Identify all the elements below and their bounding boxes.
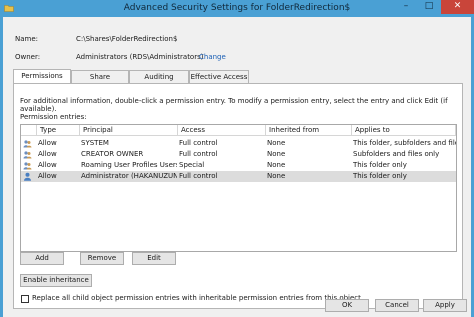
group-icon <box>23 140 32 148</box>
replace-child-permissions-label: Replace all child object permission entr… <box>32 294 361 302</box>
tab-effective-access[interactable]: Effective Access <box>189 70 249 83</box>
cancel-button[interactable]: Cancel <box>375 299 419 312</box>
column-header-type[interactable]: Type <box>37 125 80 136</box>
minimize-button[interactable]: – <box>395 0 417 14</box>
group-icon <box>23 151 32 159</box>
row-access: Special <box>179 161 205 169</box>
column-header-applies-to[interactable]: Applies to <box>352 125 456 136</box>
intro-text: For additional information, double-click… <box>20 97 448 113</box>
edit-button[interactable]: Edit <box>132 252 176 265</box>
table-row[interactable]: Allow CREATOR OWNER Full control None Su… <box>21 149 456 160</box>
table-row[interactable]: Allow Roaming User Profiles Users a... S… <box>21 160 456 171</box>
row-inherited-from: None <box>267 172 286 180</box>
row-access: Full control <box>179 139 218 147</box>
tab-share[interactable]: Share <box>71 70 129 83</box>
row-principal: Roaming User Profiles Users a... <box>81 161 177 169</box>
row-inherited-from: None <box>267 161 286 169</box>
close-button[interactable]: ✕ <box>441 0 474 14</box>
apply-button[interactable]: Apply <box>423 299 467 312</box>
group-icon <box>23 162 32 170</box>
row-principal: CREATOR OWNER <box>81 150 144 158</box>
row-type: Allow <box>38 139 57 147</box>
column-header-principal[interactable]: Principal <box>80 125 178 136</box>
enable-inheritance-button[interactable]: Enable inheritance <box>20 274 92 287</box>
row-applies-to: Subfolders and files only <box>353 150 440 158</box>
tab-permissions[interactable]: Permissions <box>13 69 71 84</box>
row-principal: Administrator (HAKANUZUN... <box>81 172 177 180</box>
table-row[interactable]: Allow SYSTEM Full control None This fold… <box>21 138 456 149</box>
remove-button[interactable]: Remove <box>80 252 124 265</box>
tab-auditing[interactable]: Auditing <box>129 70 189 83</box>
row-inherited-from: None <box>267 139 286 147</box>
column-header-access[interactable]: Access <box>178 125 266 136</box>
row-type: Allow <box>38 172 57 180</box>
column-header-inherited-from[interactable]: Inherited from <box>266 125 352 136</box>
row-type: Allow <box>38 161 57 169</box>
row-applies-to: This folder, subfolders and files <box>353 139 456 147</box>
name-value: C:\Shares\FolderRedirection$ <box>76 35 178 43</box>
row-applies-to: This folder only <box>353 172 407 180</box>
owner-value: Administrators (RDS\Administrators) <box>76 53 204 61</box>
name-label: Name: <box>15 35 39 43</box>
row-type: Allow <box>38 150 57 158</box>
user-icon <box>24 172 31 181</box>
add-button[interactable]: Add <box>20 252 64 265</box>
table-row-selected[interactable]: Allow Administrator (HAKANUZUN... Full c… <box>21 171 456 182</box>
row-principal: SYSTEM <box>81 139 109 147</box>
row-access: Full control <box>179 172 218 180</box>
permissions-panel: For additional information, double-click… <box>13 83 463 309</box>
replace-child-permissions-checkbox[interactable] <box>21 295 29 303</box>
ok-button[interactable]: OK <box>325 299 369 312</box>
permission-entries-label: Permission entries: <box>20 113 87 121</box>
row-inherited-from: None <box>267 150 286 158</box>
owner-label: Owner: <box>15 53 41 61</box>
title-bar[interactable]: Advanced Security Settings for FolderRed… <box>0 0 474 17</box>
permission-entries-table[interactable]: Type Principal Access Inherited from App… <box>20 124 457 252</box>
dialog-body: Name: C:\Shares\FolderRedirection$ Owner… <box>3 17 471 317</box>
maximize-button[interactable]: □ <box>418 0 440 14</box>
change-owner-link[interactable]: Change <box>199 53 226 61</box>
window-frame: Advanced Security Settings for FolderRed… <box>0 0 474 317</box>
row-applies-to: This folder only <box>353 161 407 169</box>
column-header-icon[interactable] <box>21 125 37 136</box>
row-access: Full control <box>179 150 218 158</box>
